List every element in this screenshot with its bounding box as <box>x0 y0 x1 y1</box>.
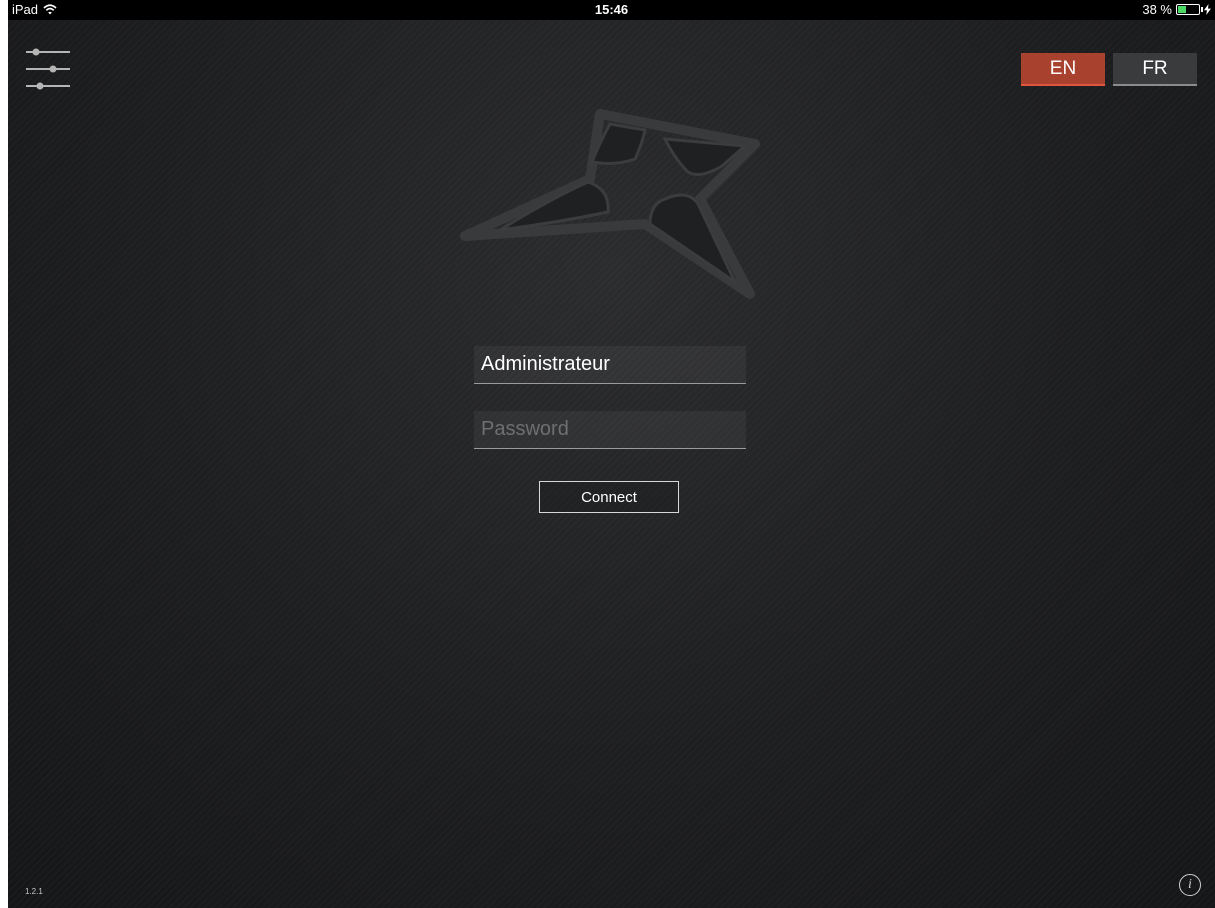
password-placeholder: Password <box>481 418 569 440</box>
charging-bolt-icon <box>1204 4 1211 15</box>
settings-button[interactable] <box>24 44 72 94</box>
battery-charging-icon <box>1176 4 1203 15</box>
username-field[interactable]: Administrateur <box>474 346 746 384</box>
battery-level <box>1178 6 1186 13</box>
connect-button[interactable]: Connect <box>539 481 679 513</box>
battery-percentage: 38 % <box>1142 2 1172 17</box>
sliders-icon <box>26 48 70 90</box>
language-switch: EN FR <box>1021 53 1197 86</box>
username-value: Administrateur <box>481 353 610 375</box>
star-logo-icon <box>460 109 760 299</box>
status-time: 15:46 <box>594 2 629 17</box>
info-icon[interactable]: i <box>1179 874 1201 896</box>
password-field[interactable]: Password <box>474 411 746 449</box>
status-battery: 38 % <box>1142 2 1211 17</box>
language-fr-button[interactable]: FR <box>1113 53 1197 86</box>
battery-tip <box>1201 7 1203 12</box>
status-bar: iPad 15:46 38 % <box>8 0 1215 20</box>
language-en-button[interactable]: EN <box>1021 53 1105 86</box>
version-label: 1.2.1 <box>25 887 43 896</box>
login-screen: iPad 15:46 38 % EN FR Administrateur Pas… <box>8 0 1215 908</box>
